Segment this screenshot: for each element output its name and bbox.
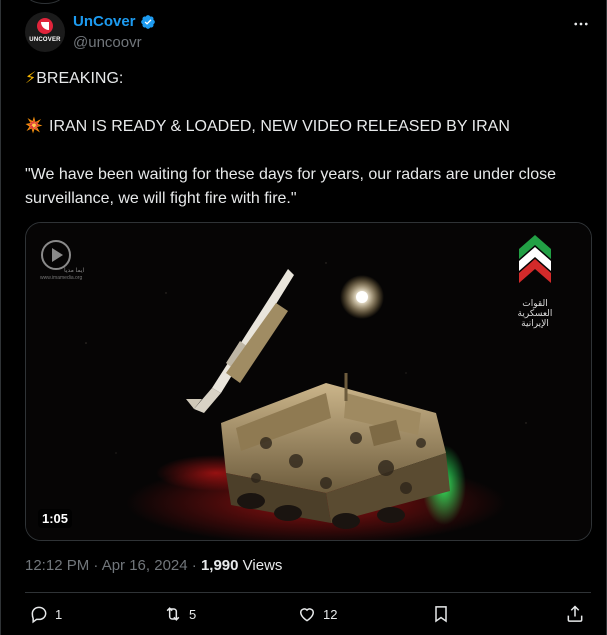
- share-icon: [567, 605, 583, 622]
- reply-button[interactable]: 1: [29, 604, 62, 624]
- reply-icon: [31, 606, 47, 624]
- emblem-text: القوات العسكرية الإيرانية: [517, 299, 553, 329]
- bookmark-icon: [435, 606, 447, 623]
- more-options-button[interactable]: [571, 14, 591, 34]
- video-player[interactable]: ایما مدیا www.imamedia.org القوات العسكر…: [25, 222, 592, 541]
- tweet-header: UNCOVER UnCover @uncoovr: [25, 12, 591, 56]
- views-count[interactable]: 1,990: [201, 557, 239, 574]
- author-handle[interactable]: @uncoovr: [73, 34, 142, 51]
- more-dots-icon: [574, 22, 588, 26]
- author-display-name[interactable]: UnCover: [73, 13, 136, 30]
- lightning-emoji-icon: ⚡: [25, 70, 37, 87]
- avatar[interactable]: UNCOVER: [25, 12, 65, 52]
- like-count: 12: [323, 606, 338, 622]
- verified-badge-icon[interactable]: [140, 14, 156, 30]
- video-frame-image: [26, 223, 591, 540]
- collision-emoji-icon: [25, 116, 43, 134]
- timeline-left-border: [0, 0, 1, 635]
- tweet-line2-text: IRAN IS READY & LOADED, NEW VIDEO RELEAS…: [49, 118, 510, 135]
- share-button[interactable]: [565, 604, 585, 624]
- tweet-quote: "We have been waiting for these days for…: [25, 166, 556, 207]
- like-button[interactable]: 12: [297, 604, 337, 624]
- broadcaster-watermark: ایما مدیا www.imamedia.org: [40, 239, 96, 281]
- meta-divider: [25, 592, 591, 593]
- previous-post-avatar-edge: [26, 0, 64, 4]
- tweet-actions: 1 5 12: [25, 604, 591, 632]
- watermark-text: ایما مدیا: [64, 268, 85, 274]
- watermark-url: www.imamedia.org: [40, 275, 83, 281]
- repost-icon: [166, 607, 180, 621]
- iran-flag-chevron-icon: [519, 235, 551, 283]
- meta-separator: ·: [187, 557, 201, 574]
- tweet-line-breaking: ⚡BREAKING:: [25, 67, 123, 91]
- views-label: Views: [238, 557, 283, 574]
- timestamp-link[interactable]: 12:12 PM · Apr 16, 2024: [25, 557, 188, 574]
- tweet-line-headline: IRAN IS READY & LOADED, NEW VIDEO RELEAS…: [25, 115, 510, 139]
- uncover-logo-icon: [37, 18, 53, 34]
- repost-button[interactable]: 5: [163, 604, 196, 624]
- tweet-meta: 12:12 PM · Apr 16, 2024 · 1,990 Views: [25, 557, 282, 574]
- tweet-line1-text: BREAKING:: [36, 70, 124, 87]
- bookmark-button[interactable]: [431, 604, 451, 624]
- reply-count: 1: [55, 606, 63, 622]
- armed-forces-emblem: القوات العسكرية الإيرانية: [515, 235, 555, 335]
- video-duration: 1:05: [38, 509, 73, 528]
- heart-icon: [299, 608, 315, 622]
- repost-count: 5: [189, 606, 197, 622]
- author-name-line: UnCover: [73, 13, 156, 30]
- avatar-text: UNCOVER: [29, 37, 61, 43]
